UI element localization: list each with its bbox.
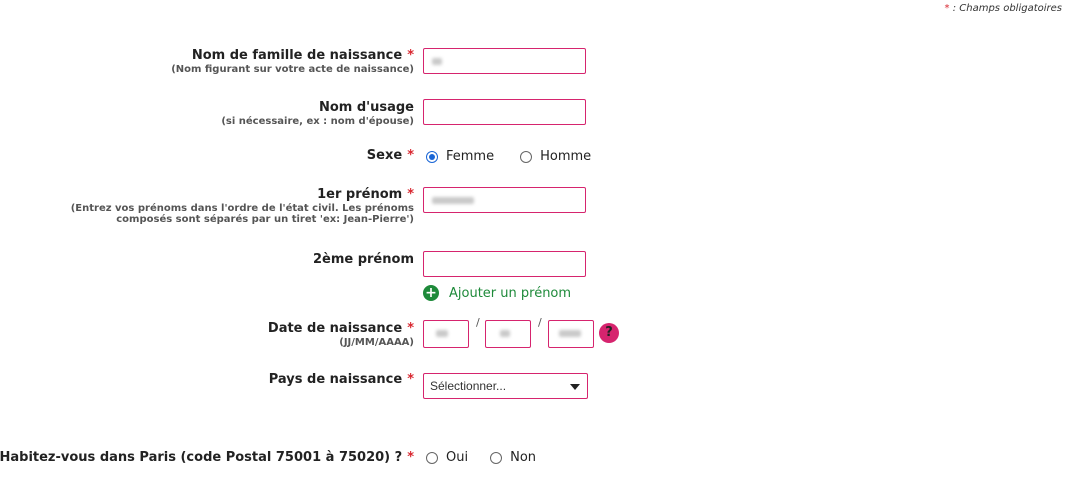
required-star: * bbox=[407, 187, 414, 202]
required-star: * bbox=[407, 48, 414, 63]
pays-label-group: Pays de naissance * bbox=[269, 372, 414, 388]
required-star: * bbox=[407, 450, 414, 465]
redacted-value bbox=[432, 197, 474, 204]
date-naissance-label: Date de naissance bbox=[267, 321, 403, 336]
help-icon[interactable]: ? bbox=[599, 323, 619, 343]
required-star: * bbox=[407, 321, 414, 336]
nom-usage-label: Nom d'usage bbox=[318, 100, 414, 115]
paris-option-oui[interactable]: Oui bbox=[426, 450, 468, 465]
nom-famille-input[interactable] bbox=[423, 48, 586, 74]
sexe-option-femme[interactable]: Femme bbox=[426, 149, 494, 164]
prenom1-label: 1er prénom bbox=[317, 187, 403, 202]
pays-label: Pays de naissance bbox=[268, 372, 403, 387]
nom-usage-hint: (si nécessaire, ex : nom d'épouse) bbox=[221, 116, 414, 127]
nom-usage-input[interactable] bbox=[423, 99, 586, 125]
required-star: * bbox=[407, 372, 414, 387]
redacted-value bbox=[559, 330, 581, 337]
sexe-option-label: Femme bbox=[446, 149, 495, 164]
required-star: * bbox=[407, 148, 414, 163]
redacted-value bbox=[500, 330, 510, 337]
sexe-label: Sexe bbox=[366, 148, 403, 163]
sexe-radio-group: Femme Homme bbox=[426, 149, 617, 164]
prenom1-hint-line2: composés sont séparés par un tiret 'ex: … bbox=[116, 214, 414, 225]
legend-text: : Champs obligatoires bbox=[949, 3, 1062, 14]
nom-famille-hint: (Nom figurant sur votre acte de naissanc… bbox=[171, 64, 414, 75]
prenom2-input[interactable] bbox=[423, 251, 586, 277]
sexe-option-homme[interactable]: Homme bbox=[520, 149, 591, 164]
nom-famille-label: Nom de famille de naissance bbox=[191, 48, 403, 63]
date-naissance-label-group: Date de naissance * (JJ/MM/AAAA) bbox=[268, 321, 414, 348]
sexe-label-group: Sexe * bbox=[367, 148, 414, 164]
paris-option-label: Non bbox=[510, 450, 537, 465]
nom-usage-label-group: Nom d'usage (si nécessaire, ex : nom d'é… bbox=[221, 100, 414, 127]
paris-option-non[interactable]: Non bbox=[490, 450, 536, 465]
date-month-input[interactable] bbox=[485, 320, 531, 348]
paris-label: Habitez-vous dans Paris (code Postal 750… bbox=[0, 450, 403, 465]
pays-select[interactable]: Sélectionner... bbox=[423, 373, 588, 399]
caret-down-icon bbox=[570, 384, 580, 390]
date-separator: / bbox=[476, 316, 480, 329]
nom-famille-label-group: Nom de famille de naissance * (Nom figura… bbox=[171, 48, 414, 75]
date-day-input[interactable] bbox=[423, 320, 469, 348]
prenom2-label: 2ème prénom bbox=[312, 252, 414, 267]
date-year-input[interactable] bbox=[548, 320, 594, 348]
sexe-option-label: Homme bbox=[540, 149, 592, 164]
prenom2-label-group: 2ème prénom bbox=[313, 252, 414, 268]
redacted-value bbox=[432, 58, 442, 65]
radio-unchecked[interactable] bbox=[520, 150, 533, 163]
paris-label-group: Habitez-vous dans Paris (code Postal 750… bbox=[0, 450, 414, 466]
radio-unchecked[interactable] bbox=[426, 451, 438, 464]
prenom1-label-group: 1er prénom * (Entrez vos prénoms dans l'o… bbox=[71, 187, 414, 225]
paris-option-label: Oui bbox=[446, 450, 469, 465]
pays-selected-value: Sélectionner... bbox=[430, 379, 507, 393]
paris-radio-group: Oui Non bbox=[426, 450, 562, 465]
date-naissance-hint: (JJ/MM/AAAA) bbox=[339, 337, 414, 348]
required-fields-legend: * : Champs obligatoires bbox=[945, 3, 1062, 14]
radio-checked[interactable] bbox=[426, 150, 438, 163]
prenom1-hint-line1: (Entrez vos prénoms dans l'ordre de l'ét… bbox=[70, 203, 414, 214]
date-separator: / bbox=[538, 316, 542, 329]
prenom1-input[interactable] bbox=[423, 187, 586, 213]
radio-unchecked[interactable] bbox=[490, 451, 503, 464]
plus-circle-icon: + bbox=[423, 285, 439, 301]
add-prenom-label: Ajouter un prénom bbox=[449, 285, 572, 301]
redacted-value bbox=[436, 330, 448, 337]
add-prenom-link[interactable]: + Ajouter un prénom bbox=[423, 285, 571, 301]
